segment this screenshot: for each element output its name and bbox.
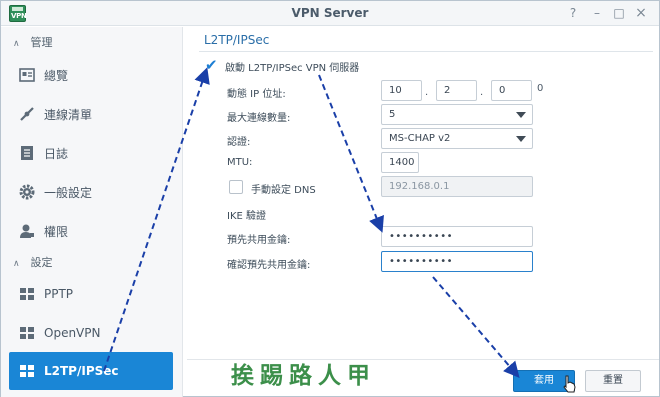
ip-dot: . (425, 87, 429, 98)
dynamic-ip-label: 動態 IP 位址: (227, 89, 286, 100)
psk-label: 預先共用金鑰: (227, 235, 291, 246)
psk-input[interactable]: •••••••••• (381, 226, 533, 247)
overview-icon (19, 67, 35, 83)
close-icon[interactable]: × (633, 5, 649, 21)
section-divider (199, 51, 653, 52)
auth-label: 認證: (227, 137, 251, 148)
psk-confirm-label: 確認預先共用金鑰: (227, 260, 311, 271)
l2tp-settings-panel: L2TP/IPSec ✔ 啟動 L2TP/IPSec VPN 伺服器 動態 IP… (187, 27, 659, 397)
log-icon (19, 145, 35, 161)
window-title: VPN Server (291, 6, 369, 20)
mtu-input[interactable]: 1400 (381, 152, 419, 173)
sidebar-item-log[interactable]: 日誌 (9, 134, 173, 172)
minimize-icon[interactable]: – (589, 5, 605, 21)
enable-vpn-checkbox[interactable]: ✔ (205, 56, 219, 74)
psk-confirm-input[interactable]: •••••••••• (381, 251, 533, 272)
watermark-text: 挨踢路人甲 (231, 362, 376, 389)
ike-heading: IKE 驗證 (227, 211, 267, 222)
enable-vpn-label: 啟動 L2TP/IPSec VPN 伺服器 (225, 63, 360, 74)
title-bar: VPN VPN Server ? – □ × (1, 1, 659, 26)
mtu-label: MTU: (227, 157, 253, 168)
maximize-icon[interactable]: □ (611, 5, 627, 21)
auth-select[interactable]: MS-CHAP v2 (381, 128, 533, 149)
ip-octet-3-input[interactable]: 0 (491, 80, 532, 101)
sidebar: ∧ 管理 總覽 連線清單 日誌 一般設定 權限 ∧ 設定 PPTP OpenVP… (1, 27, 183, 397)
sidebar-item-overview[interactable]: 總覽 (9, 56, 173, 94)
checkmark-icon: ✔ (205, 56, 218, 74)
sidebar-item-openvpn[interactable]: OpenVPN (9, 314, 173, 352)
ip-octet-2-input[interactable]: 2 (436, 80, 477, 101)
hand-cursor-icon (563, 375, 576, 393)
sidebar-item-permissions[interactable]: 權限 (9, 212, 173, 250)
sidebar-item-connection-list[interactable]: 連線清單 (9, 95, 173, 133)
network-icon (19, 363, 35, 379)
sidebar-group-settings[interactable]: ∧ 設定 (13, 255, 53, 271)
dns-input[interactable]: 192.168.0.1 (381, 176, 533, 197)
max-connections-select[interactable]: 5 (381, 104, 533, 125)
vpn-server-window: VPN VPN Server ? – □ × ∧ 管理 總覽 連線清單 日誌 一… (0, 0, 660, 397)
sidebar-item-l2tp-ipsec[interactable]: L2TP/IPSec (9, 352, 173, 390)
ip-last-octet: 0 (537, 83, 544, 94)
chevron-up-icon: ∧ (13, 259, 20, 269)
section-title: L2TP/IPSec (204, 33, 270, 47)
network-icon (19, 325, 35, 341)
user-permission-icon (19, 223, 35, 239)
gear-icon (19, 184, 35, 200)
connection-list-icon (19, 106, 35, 122)
help-icon[interactable]: ? (565, 5, 581, 21)
sidebar-item-pptp[interactable]: PPTP (9, 275, 173, 313)
chevron-down-icon (516, 112, 526, 118)
chevron-down-icon (516, 136, 526, 142)
sidebar-item-general-settings[interactable]: 一般設定 (9, 173, 173, 211)
network-icon (19, 286, 35, 302)
sidebar-group-manage[interactable]: ∧ 管理 (13, 35, 53, 51)
ip-dot: . (480, 87, 484, 98)
ip-octet-1-input[interactable]: 10 (381, 80, 422, 101)
chevron-up-icon: ∧ (13, 39, 20, 49)
manual-dns-label: 手動設定 DNS (251, 185, 316, 196)
manual-dns-checkbox[interactable] (229, 180, 243, 194)
reset-button[interactable]: 重置 (585, 370, 641, 392)
max-connections-label: 最大連線數量: (227, 113, 291, 124)
